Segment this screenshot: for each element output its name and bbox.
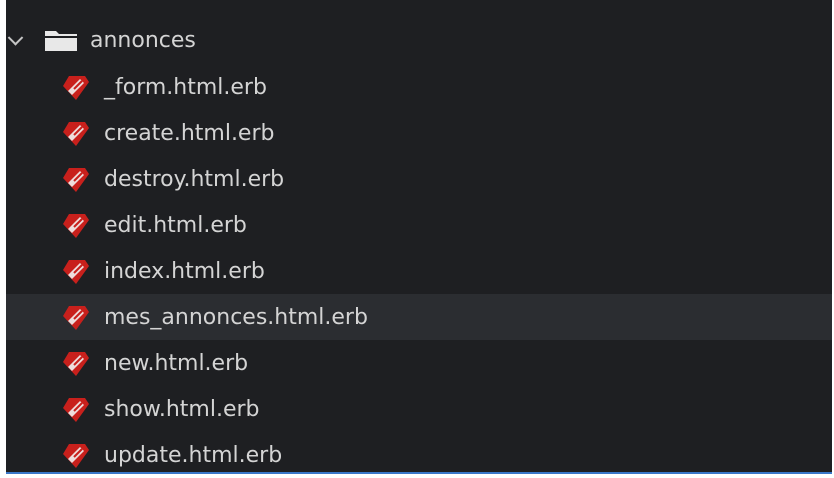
- ruby-icon: [63, 122, 89, 146]
- ruby-icon: [63, 76, 89, 100]
- ruby-icon: [63, 306, 89, 330]
- file-list: _form.html.erb create.html.erb destroy.htm…: [6, 64, 832, 478]
- ruby-icon: [63, 352, 89, 376]
- ruby-icon: [63, 214, 89, 238]
- file-row[interactable]: edit.html.erb: [6, 202, 832, 248]
- file-label: new.html.erb: [104, 350, 249, 376]
- file-row[interactable]: show.html.erb: [6, 386, 832, 432]
- file-explorer: annonces _form.html.erb create.html.erb de…: [0, 0, 834, 474]
- file-label: create.html.erb: [104, 120, 275, 146]
- file-row[interactable]: mes_annonces.html.erb: [6, 294, 832, 340]
- ruby-icon: [63, 444, 89, 468]
- file-tree: annonces _form.html.erb create.html.erb de…: [6, 16, 832, 478]
- file-row[interactable]: _form.html.erb: [6, 64, 832, 110]
- file-label: show.html.erb: [104, 396, 260, 422]
- folder-row-annonces[interactable]: annonces: [6, 16, 832, 64]
- chevron-down-icon[interactable]: [7, 30, 24, 46]
- file-label: destroy.html.erb: [104, 166, 285, 192]
- file-label: mes_annonces.html.erb: [104, 304, 368, 330]
- file-row[interactable]: index.html.erb: [6, 248, 832, 294]
- folder-icon: [45, 31, 77, 51]
- ruby-icon: [63, 168, 89, 192]
- ruby-icon: [63, 398, 89, 422]
- file-label: index.html.erb: [104, 258, 265, 284]
- file-label: edit.html.erb: [104, 212, 247, 238]
- file-row[interactable]: create.html.erb: [6, 110, 832, 156]
- file-label: _form.html.erb: [104, 74, 267, 100]
- file-row[interactable]: destroy.html.erb: [6, 156, 832, 202]
- folder-label: annonces: [90, 27, 196, 53]
- ruby-icon: [63, 260, 89, 284]
- file-row[interactable]: new.html.erb: [6, 340, 832, 386]
- file-label: update.html.erb: [104, 442, 283, 468]
